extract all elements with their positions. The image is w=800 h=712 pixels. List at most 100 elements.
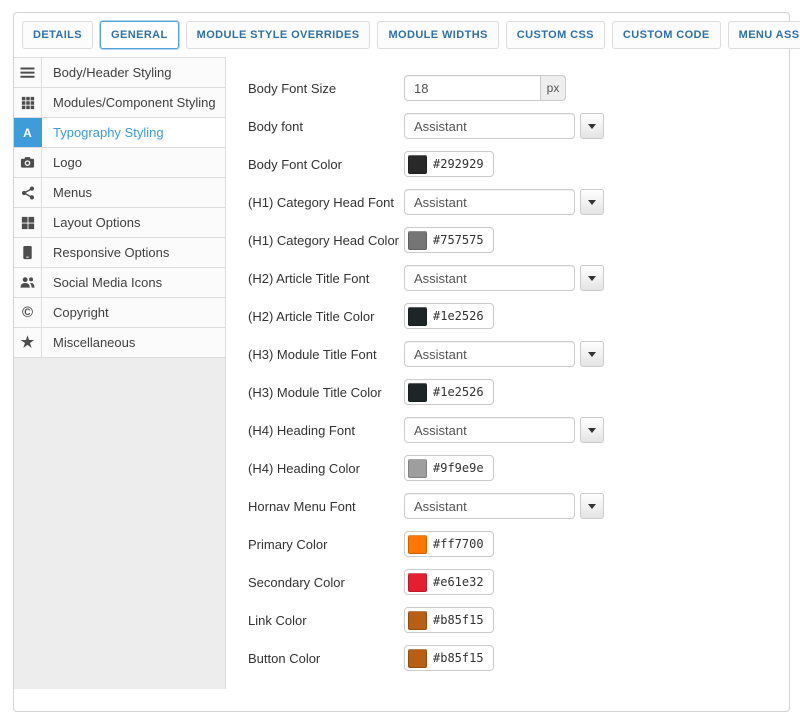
field-label: (H4) Heading Font — [248, 423, 404, 438]
h2-font-dropdown-button[interactable] — [580, 265, 604, 291]
color-swatch — [408, 307, 427, 326]
star-icon: ★ — [14, 328, 42, 357]
field-secondary-color: Secondary Color #e61e32 — [248, 569, 789, 595]
h3-font-dropdown-button[interactable] — [580, 341, 604, 367]
sidebar-item-label: Copyright — [42, 298, 225, 327]
field-h4-heading-color: (H4) Heading Color #9f9e9e — [248, 455, 789, 481]
sidebar-item-label: Menus — [42, 178, 225, 207]
tab-details[interactable]: DETAILS — [22, 21, 93, 49]
color-swatch — [408, 649, 427, 668]
color-swatch — [408, 535, 427, 554]
tab-custom-css[interactable]: CUSTOM CSS — [506, 21, 605, 49]
caret-down-icon — [588, 428, 596, 433]
tab-module-widths[interactable]: MODULE WIDTHS — [377, 21, 498, 49]
hornav-font-dropdown-button[interactable] — [580, 493, 604, 519]
color-hex-value: #1e2526 — [433, 385, 484, 399]
color-hex-value: #9f9e9e — [433, 461, 484, 475]
color-hex-value: #ff7700 — [433, 537, 484, 551]
link-color-picker[interactable]: #b85f15 — [404, 607, 494, 633]
font-icon: A — [14, 118, 42, 147]
th-icon — [14, 88, 42, 117]
users-icon — [14, 268, 42, 297]
field-label: Secondary Color — [248, 575, 404, 590]
field-label: (H3) Module Title Font — [248, 347, 404, 362]
field-label: (H2) Article Title Font — [248, 271, 404, 286]
field-label: Hornav Menu Font — [248, 499, 404, 514]
sidebar-item-menus[interactable]: Menus — [14, 178, 225, 208]
h1-category-head-font-input[interactable] — [404, 189, 575, 215]
field-body-font-size: Body Font Size px — [248, 75, 789, 101]
sidebar-item-copyright[interactable]: © Copyright — [14, 298, 225, 328]
sidebar-item-logo[interactable]: Logo — [14, 148, 225, 178]
field-hornav-menu-font: Hornav Menu Font — [248, 493, 789, 519]
field-h4-heading-font: (H4) Heading Font — [248, 417, 789, 443]
field-label: (H4) Heading Color — [248, 461, 404, 476]
field-label: (H1) Category Head Color — [248, 233, 404, 248]
sidebar-item-modules-component-styling[interactable]: Modules/Component Styling — [14, 88, 225, 118]
sidebar-item-responsive-options[interactable]: Responsive Options — [14, 238, 225, 268]
field-h3-module-title-color: (H3) Module Title Color #1e2526 — [248, 379, 789, 405]
settings-sidebar: Body/Header Styling Modules/Component St… — [14, 57, 226, 689]
button-color-picker[interactable]: #b85f15 — [404, 645, 494, 671]
color-swatch — [408, 383, 427, 402]
tab-bar: DETAILS GENERAL MODULE STYLE OVERRIDES M… — [14, 13, 789, 57]
sidebar-item-label: Typography Styling — [42, 118, 225, 147]
h2-article-title-color-picker[interactable]: #1e2526 — [404, 303, 494, 329]
color-swatch — [408, 231, 427, 250]
color-swatch — [408, 573, 427, 592]
color-hex-value: #e61e32 — [433, 575, 484, 589]
sidebar-item-social-media-icons[interactable]: Social Media Icons — [14, 268, 225, 298]
field-label: (H1) Category Head Font — [248, 195, 404, 210]
h3-module-title-color-picker[interactable]: #1e2526 — [404, 379, 494, 405]
h3-module-title-font-input[interactable] — [404, 341, 575, 367]
field-label: Body Font Color — [248, 157, 404, 172]
typography-settings-form: Body Font Size px Body font Body Font Co… — [226, 57, 789, 689]
field-link-color: Link Color #b85f15 — [248, 607, 789, 633]
sidebar-item-body-header-styling[interactable]: Body/Header Styling — [14, 58, 225, 88]
sidebar-item-label: Responsive Options — [42, 238, 225, 267]
field-label: Button Color — [248, 651, 404, 666]
field-h3-module-title-font: (H3) Module Title Font — [248, 341, 789, 367]
h1-category-head-color-picker[interactable]: #757575 — [404, 227, 494, 253]
field-label: Link Color — [248, 613, 404, 628]
h1-font-dropdown-button[interactable] — [580, 189, 604, 215]
secondary-color-picker[interactable]: #e61e32 — [404, 569, 494, 595]
tab-general[interactable]: GENERAL — [100, 21, 179, 49]
sidebar-item-label: Social Media Icons — [42, 268, 225, 297]
field-label: (H3) Module Title Color — [248, 385, 404, 400]
copyright-icon: © — [14, 298, 42, 327]
body-font-dropdown-button[interactable] — [580, 113, 604, 139]
sidebar-item-label: Body/Header Styling — [42, 58, 225, 87]
field-h1-category-head-font: (H1) Category Head Font — [248, 189, 789, 215]
color-hex-value: #757575 — [433, 233, 484, 247]
field-primary-color: Primary Color #ff7700 — [248, 531, 789, 557]
color-hex-value: #292929 — [433, 157, 484, 171]
color-swatch — [408, 155, 427, 174]
tab-custom-code[interactable]: CUSTOM CODE — [612, 21, 721, 49]
body-font-input[interactable] — [404, 113, 575, 139]
field-body-font: Body font — [248, 113, 789, 139]
sidebar-item-label: Logo — [42, 148, 225, 177]
field-h2-article-title-font: (H2) Article Title Font — [248, 265, 789, 291]
sidebar-item-layout-options[interactable]: Layout Options — [14, 208, 225, 238]
h4-heading-color-picker[interactable]: #9f9e9e — [404, 455, 494, 481]
tab-module-style-overrides[interactable]: MODULE STYLE OVERRIDES — [186, 21, 371, 49]
h2-article-title-font-input[interactable] — [404, 265, 575, 291]
field-body-font-color: Body Font Color #292929 — [248, 151, 789, 177]
px-unit-addon: px — [540, 75, 566, 101]
field-label: Body font — [248, 119, 404, 134]
body-font-color-picker[interactable]: #292929 — [404, 151, 494, 177]
h4-font-dropdown-button[interactable] — [580, 417, 604, 443]
field-label: Primary Color — [248, 537, 404, 552]
share-alt-icon — [14, 178, 42, 207]
hornav-menu-font-input[interactable] — [404, 493, 575, 519]
primary-color-picker[interactable]: #ff7700 — [404, 531, 494, 557]
sidebar-item-miscellaneous[interactable]: ★ Miscellaneous — [14, 328, 225, 358]
tab-menu-assignment[interactable]: MENU ASSIGNMENT — [728, 21, 800, 49]
field-button-color: Button Color #b85f15 — [248, 645, 789, 671]
caret-down-icon — [588, 124, 596, 129]
caret-down-icon — [588, 504, 596, 509]
body-font-size-input[interactable] — [404, 75, 540, 101]
sidebar-item-typography-styling[interactable]: A Typography Styling — [14, 118, 225, 148]
h4-heading-font-input[interactable] — [404, 417, 575, 443]
